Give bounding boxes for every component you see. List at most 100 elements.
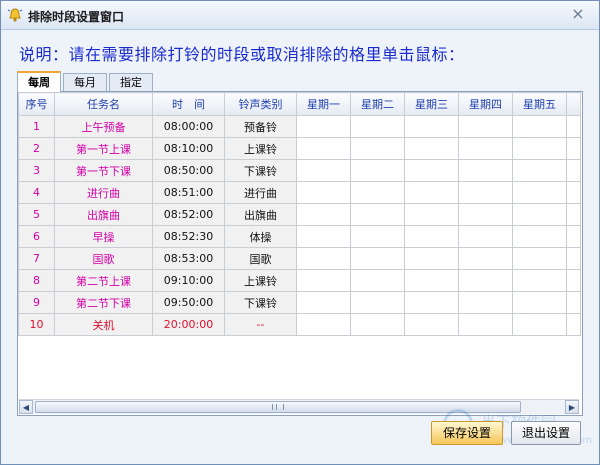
cell-bell-type: 下课铃 <box>224 291 297 314</box>
cell-monday[interactable] <box>296 159 351 182</box>
cell-friday[interactable] <box>512 203 567 226</box>
cell-thursday[interactable] <box>458 203 513 226</box>
cell-thursday[interactable] <box>458 247 513 270</box>
exit-settings-button[interactable]: 退出设置 <box>511 421 581 445</box>
cell-thursday[interactable] <box>458 269 513 292</box>
cell-friday[interactable] <box>512 137 567 160</box>
cell-tuesday[interactable] <box>350 181 405 204</box>
cell-thursday[interactable] <box>458 291 513 314</box>
cell-index: 9 <box>18 291 55 314</box>
cell-overflow[interactable] <box>566 181 581 204</box>
cell-overflow[interactable] <box>566 225 581 248</box>
table-row: 5 出旗曲 08:52:00 出旗曲 <box>18 203 581 226</box>
cell-bell-type: 进行曲 <box>224 181 297 204</box>
cell-overflow[interactable] <box>566 291 581 314</box>
horizontal-scrollbar[interactable]: ◀ ▶ <box>19 399 579 414</box>
cell-tuesday[interactable] <box>350 313 405 336</box>
scroll-right-button[interactable]: ▶ <box>565 400 579 414</box>
cell-overflow[interactable] <box>566 115 581 138</box>
cell-wednesday[interactable] <box>404 181 459 204</box>
cell-bell-type: 体操 <box>224 225 297 248</box>
cell-wednesday[interactable] <box>404 225 459 248</box>
cell-index: 4 <box>18 181 55 204</box>
scroll-thumb[interactable] <box>35 401 521 413</box>
cell-task-name: 关机 <box>54 313 153 336</box>
cell-friday[interactable] <box>512 269 567 292</box>
cell-monday[interactable] <box>296 203 351 226</box>
cell-tuesday[interactable] <box>350 269 405 292</box>
col-header-monday: 星期一 <box>296 92 351 116</box>
cell-monday[interactable] <box>296 291 351 314</box>
col-header-friday: 星期五 <box>512 92 567 116</box>
cell-friday[interactable] <box>512 159 567 182</box>
cell-monday[interactable] <box>296 181 351 204</box>
cell-thursday[interactable] <box>458 225 513 248</box>
cell-wednesday[interactable] <box>404 247 459 270</box>
cell-friday[interactable] <box>512 247 567 270</box>
col-header-task: 任务名 <box>54 92 153 116</box>
cell-overflow[interactable] <box>566 269 581 292</box>
cell-index: 2 <box>18 137 55 160</box>
cell-bell-type: 上课铃 <box>224 137 297 160</box>
cell-friday[interactable] <box>512 115 567 138</box>
cell-wednesday[interactable] <box>404 137 459 160</box>
header-row: 序号 任务名 时 间 铃声类别 星期一 星期二 星期三 星期四 星期五 <box>18 92 581 116</box>
cell-tuesday[interactable] <box>350 137 405 160</box>
cell-tuesday[interactable] <box>350 247 405 270</box>
cell-overflow[interactable] <box>566 159 581 182</box>
cell-index: 5 <box>18 203 55 226</box>
cell-time: 08:52:30 <box>152 225 225 248</box>
cell-overflow[interactable] <box>566 247 581 270</box>
cell-wednesday[interactable] <box>404 269 459 292</box>
cell-monday[interactable] <box>296 247 351 270</box>
cell-tuesday[interactable] <box>350 225 405 248</box>
cell-monday[interactable] <box>296 225 351 248</box>
cell-friday[interactable] <box>512 181 567 204</box>
cell-thursday[interactable] <box>458 137 513 160</box>
cell-thursday[interactable] <box>458 115 513 138</box>
cell-monday[interactable] <box>296 137 351 160</box>
cell-index: 3 <box>18 159 55 182</box>
cell-tuesday[interactable] <box>350 159 405 182</box>
cell-task-name: 第二节下课 <box>54 291 153 314</box>
cell-task-name: 早操 <box>54 225 153 248</box>
cell-friday[interactable] <box>512 313 567 336</box>
cell-wednesday[interactable] <box>404 203 459 226</box>
save-settings-button[interactable]: 保存设置 <box>431 421 503 445</box>
scroll-grip-icon <box>272 404 284 410</box>
cell-overflow[interactable] <box>566 203 581 226</box>
cell-task-name: 进行曲 <box>54 181 153 204</box>
cell-wednesday[interactable] <box>404 115 459 138</box>
cell-friday[interactable] <box>512 225 567 248</box>
cell-overflow[interactable] <box>566 137 581 160</box>
cell-thursday[interactable] <box>458 313 513 336</box>
cell-monday[interactable] <box>296 115 351 138</box>
cell-task-name: 第一节上课 <box>54 137 153 160</box>
cell-bell-type: 上课铃 <box>224 269 297 292</box>
cell-wednesday[interactable] <box>404 313 459 336</box>
window-title: 排除时段设置窗口 <box>28 10 125 24</box>
cell-thursday[interactable] <box>458 159 513 182</box>
close-button[interactable]: × <box>569 5 587 23</box>
table-row: 8 第二节上课 09:10:00 上课铃 <box>18 269 581 292</box>
cell-monday[interactable] <box>296 313 351 336</box>
tab-monthly[interactable]: 每月 <box>63 73 107 91</box>
col-header-tuesday: 星期二 <box>350 92 405 116</box>
schedule-table: 序号 任务名 时 间 铃声类别 星期一 星期二 星期三 星期四 星期五 1 上午预… <box>18 92 581 336</box>
tab-weekly[interactable]: 每周 <box>17 71 61 92</box>
cell-tuesday[interactable] <box>350 203 405 226</box>
cell-thursday[interactable] <box>458 181 513 204</box>
cell-time: 20:00:00 <box>152 313 225 336</box>
cell-task-name: 上午预备 <box>54 115 153 138</box>
tab-specified[interactable]: 指定 <box>109 73 153 91</box>
cell-tuesday[interactable] <box>350 115 405 138</box>
cell-wednesday[interactable] <box>404 291 459 314</box>
cell-bell-type: -- <box>224 313 297 336</box>
cell-friday[interactable] <box>512 291 567 314</box>
cell-overflow[interactable] <box>566 313 581 336</box>
cell-wednesday[interactable] <box>404 159 459 182</box>
cell-tuesday[interactable] <box>350 291 405 314</box>
scroll-left-button[interactable]: ◀ <box>19 400 33 414</box>
cell-monday[interactable] <box>296 269 351 292</box>
cell-index: 8 <box>18 269 55 292</box>
